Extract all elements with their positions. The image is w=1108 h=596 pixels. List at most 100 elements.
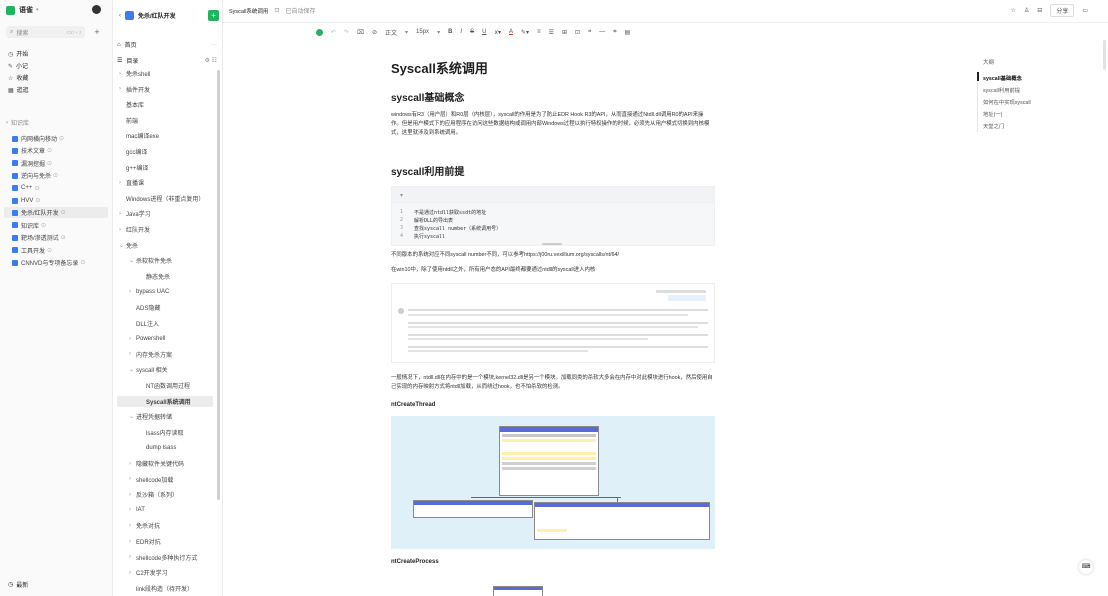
doc-breadcrumb[interactable]: Syscall系统调用 (229, 7, 268, 15)
more-icon[interactable]: ··· (211, 42, 217, 48)
chevron-icon[interactable]: › (129, 539, 136, 545)
chevron-icon[interactable]: › (129, 461, 136, 467)
editor-scrollbar[interactable] (1103, 40, 1106, 70)
dir-item[interactable]: › Java学习 (117, 208, 213, 219)
clear-format-icon[interactable]: ⊘ (372, 29, 377, 36)
chevron-icon[interactable]: › (119, 180, 126, 186)
italic-button[interactable]: I (460, 29, 462, 35)
strike-button[interactable]: S (470, 29, 474, 35)
table-button[interactable]: ⊞ (562, 29, 567, 36)
dir-item[interactable]: 基本库 (117, 99, 213, 110)
dir-item[interactable]: › 直播课 (117, 177, 213, 188)
dir-item-selected[interactable]: Syscall系统调用 (117, 395, 213, 407)
dir-scrollbar[interactable] (217, 70, 220, 500)
chevron-icon[interactable]: › (119, 71, 126, 77)
list-button[interactable]: ☰ (549, 29, 554, 36)
chevron-icon[interactable]: › (129, 476, 136, 482)
star-icon[interactable]: ☆ (1011, 7, 1016, 14)
format-painter-icon[interactable]: ⌧ (357, 29, 364, 36)
image-button[interactable]: ⊡ (575, 29, 580, 36)
redo-icon[interactable]: ↷ (344, 29, 349, 36)
dir-item[interactable]: DLL注入 (117, 318, 213, 329)
nav-item[interactable]: ✎ 小记 (8, 60, 104, 71)
chevron-icon[interactable]: ⌄ (119, 242, 126, 249)
repo-title[interactable]: 免杀/红队开发 (138, 11, 176, 20)
dir-item[interactable]: Windows进程（非重点复用） (117, 193, 213, 204)
repo-item[interactable]: 逆向与免杀 ⊙ (4, 170, 108, 181)
dir-item[interactable]: ADS隐藏 (117, 302, 213, 313)
dir-item[interactable]: ⌄ syscall 相关 (117, 364, 213, 375)
dir-item[interactable]: › 红队开发 (117, 224, 213, 235)
chevron-icon[interactable]: › (129, 570, 136, 576)
nav-item[interactable]: ▦ 逛逛 (8, 84, 104, 95)
undo-icon[interactable]: ↶ (331, 29, 336, 36)
dir-item[interactable]: gcc编译 (117, 146, 213, 157)
embedded-image-ida-graph[interactable] (391, 416, 715, 549)
dir-item[interactable]: 前端 (117, 115, 213, 126)
code-resize-handle[interactable] (542, 243, 562, 245)
repo-item[interactable]: 免杀/红队开发 ⊙ (4, 207, 108, 219)
chevron-icon[interactable]: › (119, 227, 126, 233)
chevron-icon[interactable]: › (119, 86, 126, 92)
present-icon[interactable]: ⊟ (1037, 7, 1042, 14)
outline-item[interactable]: 如何在中实现syscall (983, 98, 1031, 106)
outline-item[interactable]: 地址(一) (983, 110, 1002, 118)
help-icon[interactable]: ⌨ (1079, 560, 1093, 574)
dir-item[interactable]: dump lsass (117, 442, 213, 453)
dir-item[interactable]: › EDR对抗 (117, 536, 213, 547)
dir-item[interactable]: › 内存免杀方案 (117, 349, 213, 360)
nav-item[interactable]: ◷ 开始 (8, 48, 104, 59)
chevron-icon[interactable]: › (119, 211, 126, 217)
quote-button[interactable]: ❝ (588, 29, 591, 36)
embedded-image-process[interactable] (493, 586, 543, 596)
dir-item[interactable]: › 隐藏软件关键代码 (117, 458, 213, 469)
chevron-icon[interactable]: ⌄ (129, 366, 136, 373)
chevron-icon[interactable]: ⌄ (129, 257, 136, 264)
outline-item[interactable]: syscall基础概念 (983, 74, 1022, 82)
font-size-select[interactable]: 15px (416, 29, 429, 35)
dir-item[interactable]: › C2开发学习 (117, 567, 213, 578)
avatar[interactable] (92, 5, 101, 14)
dir-item[interactable]: ⌄ 进程凭据转储 (117, 411, 213, 422)
collab-icon[interactable]: ♙ (1024, 7, 1029, 14)
repo-item[interactable]: 靶场/渗透测试 ⊙ (4, 232, 108, 243)
dir-item[interactable]: ⌄ 杀软软件免杀 (117, 255, 213, 266)
chevron-icon[interactable]: › (129, 492, 136, 498)
window-icon[interactable]: ▭ (1082, 7, 1088, 14)
chevron-icon[interactable]: › (129, 336, 136, 342)
dir-item[interactable]: › 反沙箱（系列） (117, 489, 213, 500)
toc-settings-icon[interactable]: ⚙ ☷ (205, 57, 217, 64)
app-header[interactable]: 语雀 ▾ (6, 5, 39, 15)
dir-item[interactable]: ⌄ 免杀 (117, 240, 213, 251)
dir-item[interactable]: NT函数调用过程 (117, 380, 213, 391)
dir-item[interactable]: mac编译exe (117, 130, 213, 141)
chevron-down-icon[interactable]: ▾ (36, 7, 39, 13)
text-more-icon[interactable]: ⅹ▾ (494, 29, 501, 36)
repo-item[interactable]: 漏洞挖掘 ⊙ (4, 158, 108, 169)
text-style-select[interactable]: 正文 (385, 28, 397, 37)
bold-button[interactable]: B (448, 29, 452, 35)
search-input[interactable]: ⌕ 搜索 Ctrl + J (6, 26, 85, 38)
repo-item[interactable]: 知识库 ⊙ (4, 220, 108, 231)
chevron-icon[interactable]: › (129, 554, 136, 560)
nav-item[interactable]: ☆ 收藏 (8, 72, 104, 83)
highlight-icon[interactable]: ✎▾ (521, 29, 529, 36)
chevron-icon[interactable]: ⌄ (129, 413, 136, 420)
more-tools-icon[interactable]: ▤ (625, 29, 631, 36)
code-icon[interactable]: ⌗ (613, 29, 616, 36)
dir-item[interactable]: › 免杀shell (117, 68, 213, 79)
dir-item[interactable]: › shellcode多种执行方式 (117, 552, 213, 563)
dir-item[interactable]: › bypass UAC (117, 286, 213, 297)
dir-item[interactable]: link段构造（待开发） (117, 583, 213, 594)
embedded-image-chat[interactable] (391, 283, 715, 363)
repo-section-header[interactable]: › 知识库 (6, 118, 29, 128)
font-color-button[interactable]: A (509, 29, 513, 35)
repo-item[interactable]: C++ ⊙ (4, 183, 108, 194)
dir-item[interactable]: › 免杀对抗 (117, 520, 213, 531)
dir-item[interactable]: g++编译 (117, 162, 213, 173)
add-block-icon[interactable] (316, 28, 323, 36)
repo-item[interactable]: 内网横向移动 ⊙ (4, 133, 108, 144)
dir-item[interactable]: lsass内存读取 (117, 427, 213, 438)
repo-item[interactable]: 技术文章 ⊙ (4, 145, 108, 156)
bottom-link[interactable]: ◷ 最新 (8, 580, 28, 589)
